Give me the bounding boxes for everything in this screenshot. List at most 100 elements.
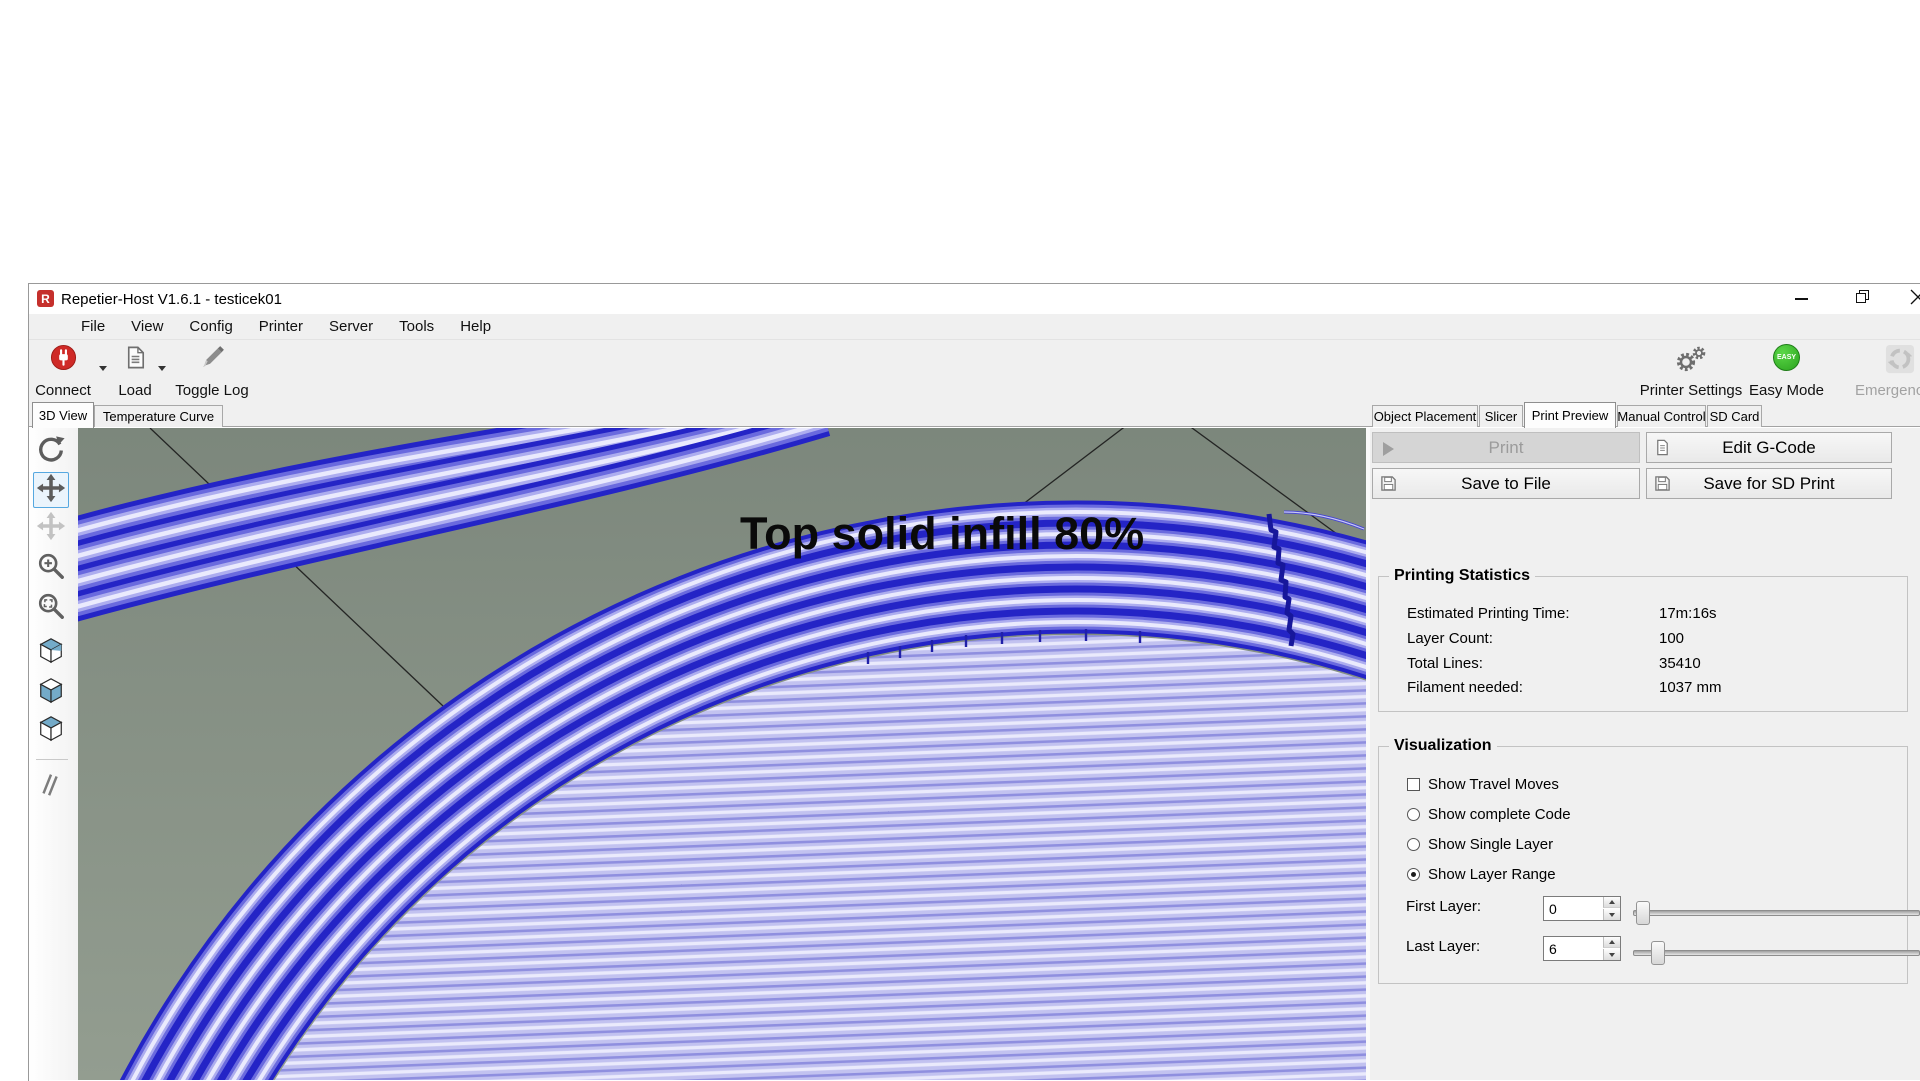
parallel-slashes-icon xyxy=(36,769,66,804)
close-icon xyxy=(1910,289,1920,310)
zoom-fit-button[interactable] xyxy=(33,590,69,626)
emergency-stop-icon xyxy=(1884,344,1916,379)
tab-manual-control[interactable]: Manual Control xyxy=(1617,405,1706,427)
spin-up-button[interactable] xyxy=(1603,937,1620,948)
up-arrow-icon xyxy=(1609,900,1615,904)
edit-gcode-button[interactable]: Edit G-Code xyxy=(1646,432,1892,463)
connect-button[interactable]: Connect xyxy=(31,342,95,399)
cube-top-icon xyxy=(37,713,65,748)
window-title: Repetier-Host V1.6.1 - testicek01 xyxy=(61,291,282,308)
move-arrows-icon xyxy=(36,473,66,508)
minimize-icon xyxy=(1795,298,1808,300)
connect-plug-icon xyxy=(50,344,77,376)
stat-value: 35410 xyxy=(1659,655,1701,672)
stat-value: 17m:16s xyxy=(1659,605,1717,622)
rotate-icon xyxy=(36,435,66,470)
save-for-sd-button[interactable]: Save for SD Print xyxy=(1646,468,1892,499)
app-icon: R xyxy=(37,290,54,307)
magnifier-fit-icon xyxy=(36,591,66,626)
spin-down-button[interactable] xyxy=(1603,949,1620,960)
tab-slicer[interactable]: Slicer xyxy=(1479,405,1523,427)
stat-label: Layer Count: xyxy=(1407,630,1493,647)
tab-3d-view[interactable]: 3D View xyxy=(32,402,94,428)
move-object-icon xyxy=(36,511,66,546)
move-view-button[interactable] xyxy=(33,472,69,508)
load-dropdown-caret[interactable] xyxy=(158,366,166,371)
parallel-projection-button[interactable] xyxy=(33,768,69,804)
option-show-travel-moves[interactable]: Show Travel Moves xyxy=(1407,776,1559,793)
magnifier-plus-icon xyxy=(36,551,66,586)
stat-label: Filament needed: xyxy=(1407,679,1523,696)
save-to-file-button[interactable]: Save to File xyxy=(1372,468,1640,499)
down-arrow-icon xyxy=(1609,953,1615,957)
last-layer-input[interactable] xyxy=(1544,937,1605,960)
restore-icon xyxy=(1856,290,1869,308)
tool-separator xyxy=(36,759,68,760)
isometric-view-button[interactable] xyxy=(33,634,69,670)
menu-server[interactable]: Server xyxy=(316,314,386,340)
menu-printer[interactable]: Printer xyxy=(246,314,316,340)
last-layer-slider[interactable] xyxy=(1633,950,1920,956)
emergency-stop-button[interactable]: Emergency S xyxy=(1840,342,1920,399)
stat-label: Estimated Printing Time: xyxy=(1407,605,1570,622)
load-button[interactable]: Load xyxy=(109,342,161,399)
option-show-layer-range[interactable]: Show Layer Range xyxy=(1407,866,1556,883)
rotate-view-button[interactable] xyxy=(33,434,69,470)
first-layer-slider-thumb[interactable] xyxy=(1636,901,1650,925)
radio-selected-icon[interactable] xyxy=(1407,868,1420,881)
cube-iso-icon xyxy=(37,635,65,670)
first-layer-spinner[interactable] xyxy=(1543,896,1621,921)
menu-file[interactable]: File xyxy=(68,314,118,340)
move-object-button[interactable] xyxy=(33,510,69,546)
printer-settings-button[interactable]: Printer Settings xyxy=(1638,342,1744,399)
gcode-document-icon xyxy=(1654,439,1671,461)
option-show-complete-code[interactable]: Show complete Code xyxy=(1407,806,1571,823)
radio-icon[interactable] xyxy=(1407,808,1420,821)
play-icon xyxy=(1383,442,1394,456)
spin-down-button[interactable] xyxy=(1603,909,1620,920)
viewport-annotation: Top solid infill 80% xyxy=(740,508,1144,559)
toggle-log-button[interactable]: Toggle Log xyxy=(174,342,250,399)
up-arrow-icon xyxy=(1609,940,1615,944)
3d-viewport[interactable]: Top solid infill 80% xyxy=(78,428,1366,1080)
restore-button[interactable] xyxy=(1842,286,1882,312)
checkbox-icon[interactable] xyxy=(1407,778,1420,791)
last-layer-slider-thumb[interactable] xyxy=(1651,941,1665,965)
first-layer-label: First Layer: xyxy=(1406,898,1481,915)
close-button[interactable] xyxy=(1898,286,1920,312)
tab-sd-card[interactable]: SD Card xyxy=(1707,405,1762,427)
group-title: Printing Statistics xyxy=(1389,567,1535,585)
group-title: Visualization xyxy=(1389,737,1497,755)
menu-tools[interactable]: Tools xyxy=(386,314,447,340)
connect-dropdown-caret[interactable] xyxy=(99,366,107,371)
option-show-single-layer[interactable]: Show Single Layer xyxy=(1407,836,1553,853)
pencil-icon xyxy=(199,344,226,376)
tab-object-placement[interactable]: Object Placement xyxy=(1372,405,1478,427)
top-view-button[interactable] xyxy=(33,712,69,748)
minimize-button[interactable] xyxy=(1781,286,1821,312)
printing-statistics-group: Printing Statistics Estimated Printing T… xyxy=(1378,576,1908,712)
last-layer-spinner[interactable] xyxy=(1543,936,1621,961)
menu-view[interactable]: View xyxy=(118,314,176,340)
first-layer-input[interactable] xyxy=(1544,897,1605,920)
zoom-in-button[interactable] xyxy=(33,550,69,586)
floppy-icon xyxy=(1654,475,1671,497)
tab-temperature-curve[interactable]: Temperature Curve xyxy=(94,405,223,427)
menu-help[interactable]: Help xyxy=(447,314,504,340)
floppy-icon xyxy=(1380,475,1397,497)
main-toolbar xyxy=(29,340,1920,403)
print-button[interactable]: Print xyxy=(1372,432,1640,463)
easy-mode-icon: EASY xyxy=(1773,344,1800,371)
menu-bar: File View Config Printer Server Tools He… xyxy=(29,314,1920,340)
stat-label: Total Lines: xyxy=(1407,655,1483,672)
menu-config[interactable]: Config xyxy=(176,314,245,340)
spin-up-button[interactable] xyxy=(1603,897,1620,908)
first-layer-slider[interactable] xyxy=(1633,910,1920,916)
front-view-button[interactable] xyxy=(33,674,69,710)
gears-icon xyxy=(1674,344,1708,379)
tab-print-preview[interactable]: Print Preview xyxy=(1524,402,1616,428)
radio-icon[interactable] xyxy=(1407,838,1420,851)
stat-value: 1037 mm xyxy=(1659,679,1722,696)
down-arrow-icon xyxy=(1609,913,1615,917)
easy-mode-button[interactable]: EASY Easy Mode xyxy=(1749,342,1824,399)
